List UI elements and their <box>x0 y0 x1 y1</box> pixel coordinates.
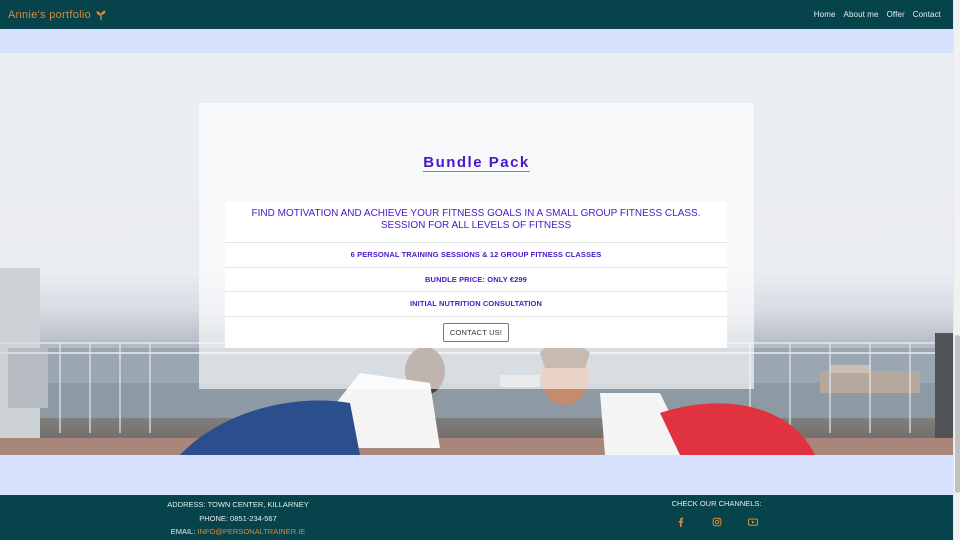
nav-contact[interactable]: Contact <box>913 10 941 19</box>
scrollbar-thumb[interactable] <box>955 335 960 493</box>
instagram-icon[interactable] <box>711 516 723 528</box>
footer: ADDRESS: TOWN CENTER, KILLARNEY PHONE: 0… <box>0 495 953 540</box>
offer-list: FIND MOTIVATION AND ACHIEVE YOUR FITNESS… <box>225 202 727 348</box>
youtube-icon[interactable] <box>747 516 759 528</box>
offer-cta-row: CONTACT US! <box>225 317 727 348</box>
brand-label: Annie's portfolio <box>8 8 92 21</box>
offer-title-text: Bundle Pack <box>423 154 530 172</box>
footer-email-link[interactable]: INFO@PERSONALTRAINER.IE <box>197 527 305 536</box>
social-icons <box>650 516 783 528</box>
footer-address: ADDRESS: TOWN CENTER, KILLARNEY <box>167 500 309 509</box>
list-item: BUNDLE PRICE: ONLY €299 <box>225 268 727 292</box>
brand-link[interactable]: Annie's portfolio <box>8 9 107 21</box>
list-item: INITIAL NUTRITION CONSULTATION <box>225 292 727 317</box>
nav-home[interactable]: Home <box>814 10 836 19</box>
nav-offer[interactable]: Offer <box>887 10 905 19</box>
footer-phone: PHONE: 0851-234-567 <box>199 513 277 523</box>
list-item: 6 PERSONAL TRAINING SESSIONS & 12 GROUP … <box>225 243 727 268</box>
footer-email-label: EMAIL: <box>170 527 196 536</box>
sprout-icon <box>96 10 106 20</box>
footer-email-line: EMAIL: INFO@PERSONALTRAINER.IE <box>138 525 338 539</box>
contact-us-button[interactable]: CONTACT US! <box>442 322 510 342</box>
footer-social-block: CHECK OUR CHANNELS: <box>650 499 783 528</box>
facebook-icon[interactable] <box>675 516 687 528</box>
nav-about[interactable]: About me <box>844 10 879 19</box>
navbar: Annie's portfolio Home About me Offer Co… <box>0 0 953 29</box>
page-scrollbar[interactable] <box>953 0 960 540</box>
offer-title: Bundle Pack <box>199 154 754 172</box>
offer-card: Bundle Pack FIND MOTIVATION AND ACHIEVE … <box>199 103 754 389</box>
offer-intro: FIND MOTIVATION AND ACHIEVE YOUR FITNESS… <box>225 202 727 243</box>
footer-address-block: ADDRESS: TOWN CENTER, KILLARNEY PHONE: 0… <box>138 498 338 539</box>
nav-links: Home About me Offer Contact <box>814 10 941 19</box>
channels-label: CHECK OUR CHANNELS: <box>671 499 762 508</box>
